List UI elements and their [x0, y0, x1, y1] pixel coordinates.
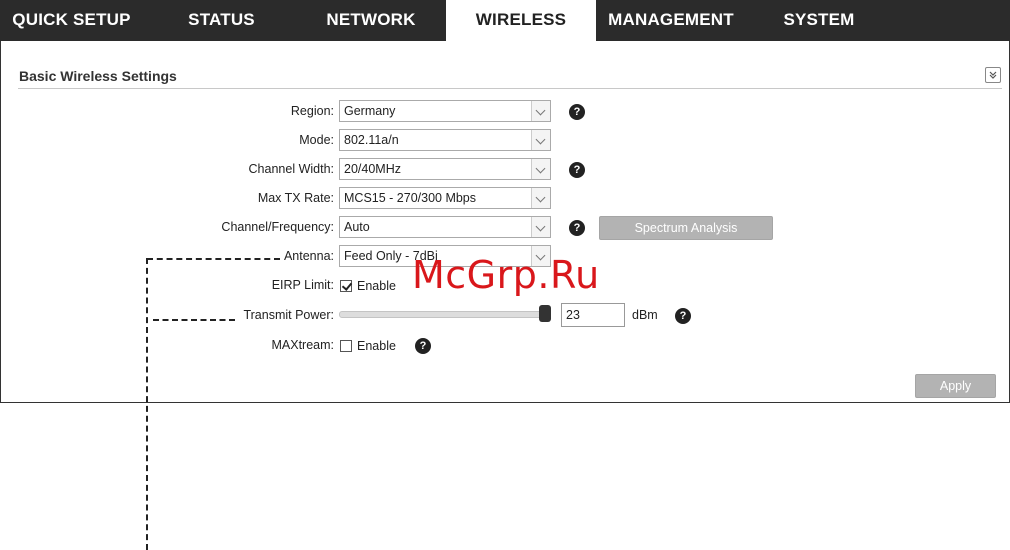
channel-width-label: Channel Width: [248, 162, 334, 176]
chevron-down-icon [531, 217, 550, 237]
help-icon[interactable]: ? [569, 162, 585, 178]
callout-line-antenna [147, 258, 280, 260]
apply-button[interactable]: Apply [915, 374, 996, 398]
channel-frequency-select[interactable]: Auto [339, 216, 551, 238]
mode-value: 802.11a/n [344, 133, 399, 147]
channel-frequency-label: Channel/Frequency: [221, 220, 334, 234]
transmit-power-unit: dBm [632, 308, 658, 322]
mode-select[interactable]: 802.11a/n [339, 129, 551, 151]
antenna-label: Antenna: [283, 249, 334, 263]
channel-width-select[interactable]: 20/40MHz [339, 158, 551, 180]
callout-line-vertical [146, 258, 148, 550]
callout-line-transmit-power [153, 319, 235, 321]
eirp-limit-checkbox[interactable] [340, 280, 352, 292]
transmit-power-label: Transmit Power: [243, 308, 334, 322]
max-tx-rate-select[interactable]: MCS15 - 270/300 Mbps [339, 187, 551, 209]
transmit-power-slider[interactable] [339, 311, 547, 318]
maxtream-checkbox[interactable] [340, 340, 352, 352]
help-icon[interactable]: ? [675, 308, 691, 324]
region-select[interactable]: Germany [339, 100, 551, 122]
region-label: Region: [290, 104, 334, 118]
eirp-limit-label: EIRP Limit: [271, 278, 334, 292]
tab-quick-setup[interactable]: QUICK SETUP [0, 0, 143, 41]
max-tx-rate-label: Max TX Rate: [257, 191, 334, 205]
tab-system[interactable]: SYSTEM [764, 0, 874, 41]
tab-management[interactable]: MANAGEMENT [596, 0, 746, 41]
slider-handle[interactable] [539, 305, 551, 322]
top-nav: QUICK SETUP STATUS NETWORK WIRELESS MANA… [0, 0, 1010, 41]
max-tx-rate-value: MCS15 - 270/300 Mbps [344, 191, 477, 205]
transmit-power-input[interactable] [561, 303, 625, 327]
mode-label: Mode: [299, 133, 334, 147]
chevron-down-icon [531, 188, 550, 208]
maxtream-label: MAXtream: [271, 338, 334, 352]
help-icon[interactable]: ? [569, 220, 585, 236]
spectrum-analysis-button[interactable]: Spectrum Analysis [599, 216, 773, 240]
eirp-limit-enable-label: Enable [357, 279, 396, 293]
maxtream-enable-label: Enable [357, 339, 396, 353]
section-title: Basic Wireless Settings [19, 68, 177, 84]
tab-wireless[interactable]: WIRELESS [446, 0, 596, 41]
double-chevron-down-icon[interactable] [985, 67, 1001, 83]
help-icon[interactable]: ? [569, 104, 585, 120]
section-divider [18, 88, 1002, 89]
tab-status[interactable]: STATUS [164, 0, 279, 41]
region-value: Germany [344, 104, 396, 118]
help-icon[interactable]: ? [415, 338, 431, 354]
channel-frequency-value: Auto [344, 220, 370, 234]
chevron-down-icon [531, 101, 550, 121]
chevron-down-icon [531, 159, 550, 179]
tab-network[interactable]: NETWORK [306, 0, 436, 41]
channel-width-value: 20/40MHz [344, 162, 401, 176]
chevron-down-icon [531, 130, 550, 150]
watermark-text: McGrp.Ru [412, 253, 600, 297]
